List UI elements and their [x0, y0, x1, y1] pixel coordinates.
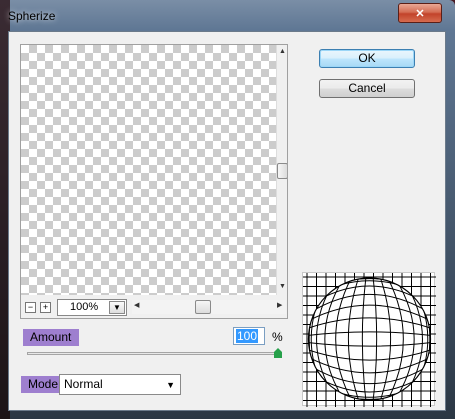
vertical-scroll-thumb[interactable]	[277, 163, 287, 179]
amount-unit: %	[272, 330, 283, 344]
dropdown-arrow-icon[interactable]: ▼	[109, 301, 125, 314]
ok-button[interactable]: OK	[319, 49, 415, 68]
amount-label: Amount	[23, 329, 79, 346]
scroll-up-arrow-icon[interactable]: ▲	[279, 48, 286, 55]
zoom-in-icon[interactable]: +	[40, 302, 51, 313]
amount-slider-track[interactable]	[27, 352, 279, 355]
close-icon: ✕	[415, 7, 425, 20]
sphere-grid-graphic	[303, 273, 436, 407]
scroll-right-arrow-icon[interactable]: ▶	[277, 301, 282, 309]
mode-selected-value: Normal	[64, 377, 103, 391]
close-button[interactable]: ✕	[398, 3, 442, 23]
horizontal-scrollbar[interactable]: ◀ ▶	[132, 300, 286, 314]
preview-bottom-bar: − + 100% ▼ ◀ ▶	[21, 295, 287, 318]
preview-canvas[interactable]	[21, 45, 276, 295]
zoom-out-icon[interactable]: −	[25, 302, 36, 313]
scroll-left-arrow-icon[interactable]: ◀	[134, 301, 139, 309]
mode-select[interactable]: Normal ▼	[59, 374, 181, 395]
scroll-down-arrow-icon[interactable]: ▼	[279, 283, 286, 290]
vertical-scrollbar[interactable]: ▲ ▼	[276, 45, 287, 295]
mode-label: Mode	[21, 376, 59, 393]
dropdown-arrow-icon: ▼	[166, 380, 175, 390]
amount-slider-thumb[interactable]	[274, 348, 282, 358]
amount-input[interactable]: 100	[233, 327, 265, 345]
amount-value: 100	[236, 329, 259, 343]
cancel-button[interactable]: Cancel	[319, 79, 415, 98]
spherize-grid-preview	[302, 272, 436, 407]
dialog-client-area: ▲ ▼ − + 100% ▼ ◀ ▶ OK Cancel Amount 100 …	[8, 31, 446, 411]
zoom-value: 100%	[70, 301, 99, 313]
horizontal-scroll-thumb[interactable]	[195, 300, 211, 314]
dialog-window: Spherize ✕ ▲ ▼ − + 100% ▼ ◀ ▶ OK Cancel …	[0, 0, 455, 419]
zoom-field[interactable]: 100% ▼	[57, 299, 127, 316]
dialog-title: Spherize	[8, 9, 56, 23]
preview-panel: ▲ ▼ − + 100% ▼ ◀ ▶	[20, 44, 288, 319]
